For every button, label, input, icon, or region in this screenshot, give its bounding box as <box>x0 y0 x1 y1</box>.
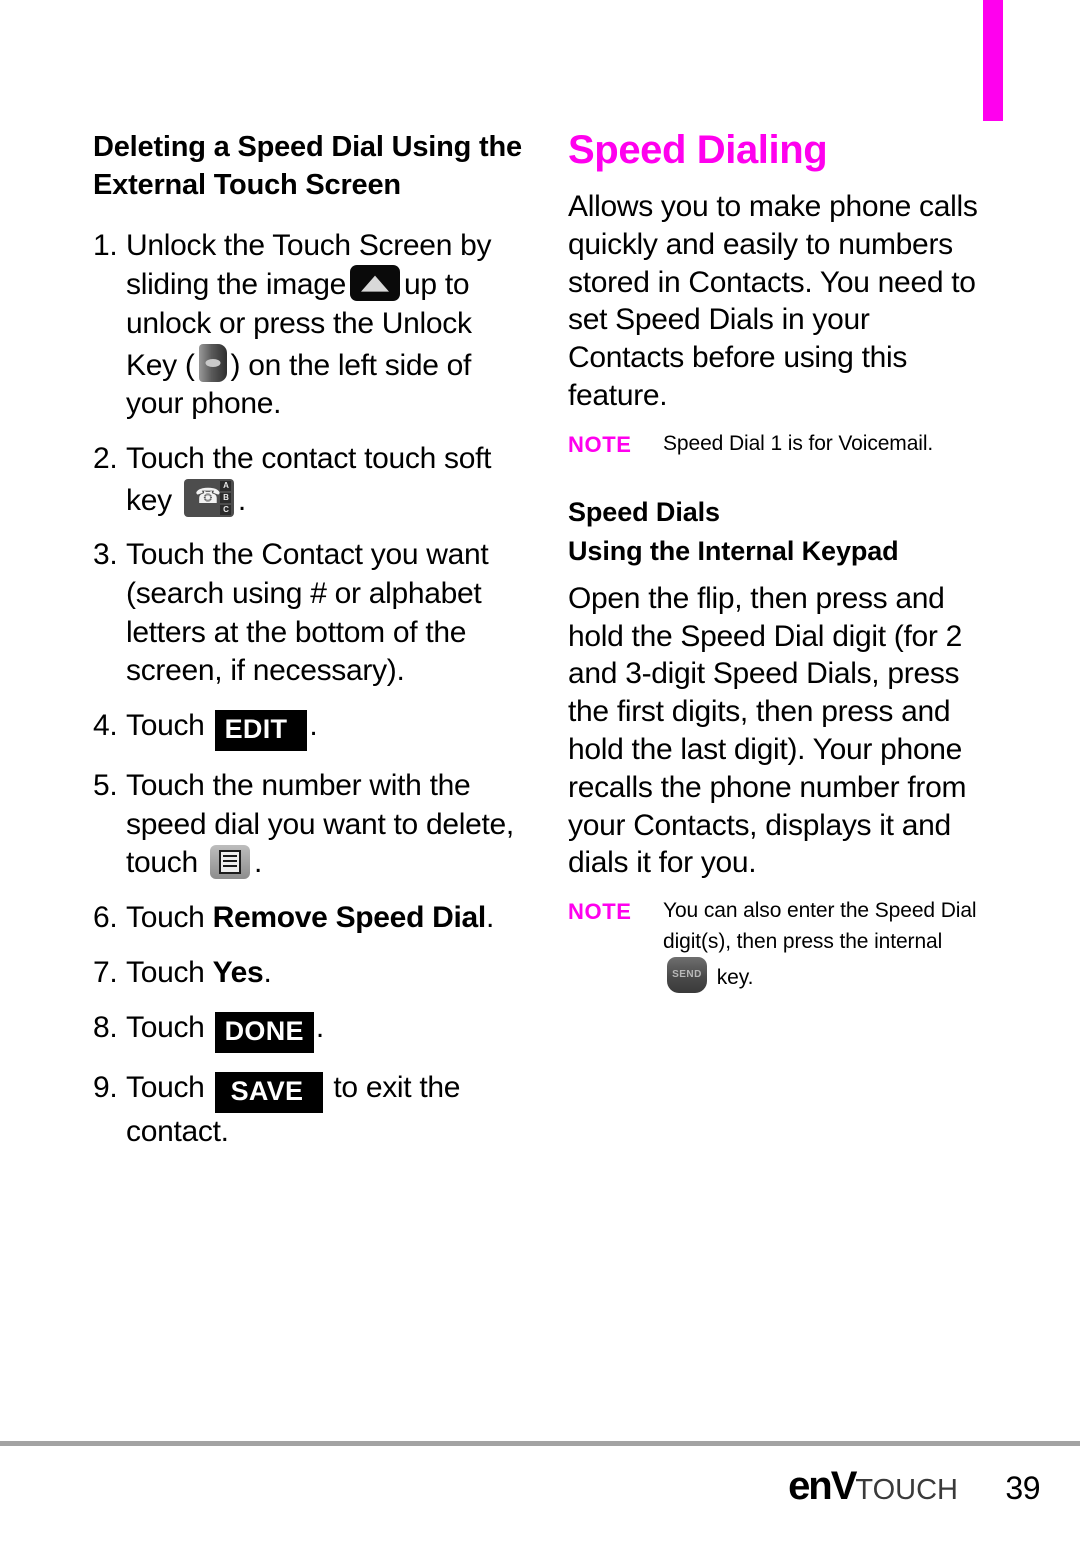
step-number: 3. <box>93 538 118 572</box>
contacts-soft-key-icon: ☎ ABC <box>183 478 234 517</box>
procedure-step-list: 1. Unlock the Touch Screen by sliding the… <box>93 227 523 1152</box>
step-number: 2. <box>93 441 118 475</box>
slide-up-arrow-icon <box>350 265 401 302</box>
list-item: 5. Touch the number with the speed dial y… <box>93 767 523 883</box>
note-block-send-key: NOTE You can also enter the Speed Dial di… <box>568 896 988 994</box>
menu-item-name: Yes <box>212 955 264 989</box>
list-item: 8. Touch DONE. <box>93 1009 523 1053</box>
subheading-speed-dials: Speed Dials <box>568 497 720 528</box>
done-key-chip: DONE <box>214 1011 314 1053</box>
keypad-body-paragraph: Open the flip, then press and hold the S… <box>568 581 967 880</box>
footer-divider <box>0 1441 1080 1446</box>
note-label: NOTE <box>568 899 632 925</box>
step-text-end: . <box>253 846 262 880</box>
list-item: 4. Touch EDIT. <box>93 707 523 752</box>
step-number: 8. <box>93 1010 118 1044</box>
step-number: 7. <box>93 955 118 989</box>
note-block-voicemail: NOTE Speed Dial 1 is for Voicemail. <box>568 429 988 459</box>
list-item: 3. Touch the Contact you want (search usi… <box>93 536 523 691</box>
brand-name-touch: TOUCH <box>855 1474 958 1506</box>
step-text-end: . <box>315 1010 324 1044</box>
list-item: 2. Touch the contact touch soft key ☎ ABC… <box>93 440 523 520</box>
menu-item-name: Remove Speed Dial <box>212 901 487 935</box>
step-text: Touch <box>126 1010 205 1044</box>
unlock-key-icon <box>198 343 227 382</box>
subheading-internal-keypad: Using the Internal Keypad <box>568 535 899 566</box>
step-number: 4. <box>93 709 118 743</box>
page-number: 39 <box>1005 1470 1040 1506</box>
edit-key-chip: EDIT <box>214 710 308 752</box>
left-column: Deleting a Speed Dial Using the External… <box>93 128 523 1167</box>
product-logo: enVTOUCH <box>788 1464 958 1509</box>
step-text: Touch <box>126 1070 205 1104</box>
options-list-key-icon <box>209 845 250 880</box>
note-text: You can also enter the Speed Dial digit(… <box>663 899 977 953</box>
step-text: Touch the number with the speed dial you… <box>126 769 514 880</box>
note-text-end: key. <box>716 966 754 990</box>
right-column: Speed Dialing Allows you to make phone c… <box>568 128 988 994</box>
step-number: 9. <box>93 1070 118 1104</box>
step-text-end: . <box>309 709 318 743</box>
brand-name-env: enV <box>788 1464 857 1508</box>
step-text: Touch the contact touch soft key <box>126 441 492 517</box>
speed-dials-subsection: Speed Dials Using the Internal Keypad <box>568 493 988 570</box>
step-number: 6. <box>93 901 118 935</box>
intro-paragraph: Allows you to make phone calls quickly a… <box>568 190 978 412</box>
step-text-end: . <box>237 483 246 517</box>
note-text: Speed Dial 1 is for Voicemail. <box>663 431 934 455</box>
step-text: Touch <box>126 901 205 935</box>
list-item: 9. Touch SAVE to exit the contact. <box>93 1069 523 1152</box>
step-number: 1. <box>93 228 118 262</box>
step-text: Touch <box>126 709 205 743</box>
page-title: Speed Dialing <box>568 128 828 172</box>
save-key-chip: SAVE <box>214 1071 324 1113</box>
list-item: 1. Unlock the Touch Screen by sliding the… <box>93 227 523 424</box>
list-item: 6. Touch Remove Speed Dial. <box>93 899 523 938</box>
step-text-end: . <box>263 955 272 989</box>
step-number: 5. <box>93 769 118 803</box>
step-text: Touch the Contact you want (search using… <box>126 538 489 688</box>
section-heading: Deleting a Speed Dial Using the External… <box>93 131 522 202</box>
step-text: Touch <box>126 955 205 989</box>
note-label: NOTE <box>568 431 632 457</box>
page-footer: enVTOUCH 39 <box>0 1462 1080 1522</box>
send-key-icon: SEND <box>667 957 707 994</box>
step-text-end: . <box>485 901 494 935</box>
manual-page: Deleting a Speed Dial Using the External… <box>0 0 1080 1420</box>
list-item: 7. Touch Yes. <box>93 954 523 993</box>
